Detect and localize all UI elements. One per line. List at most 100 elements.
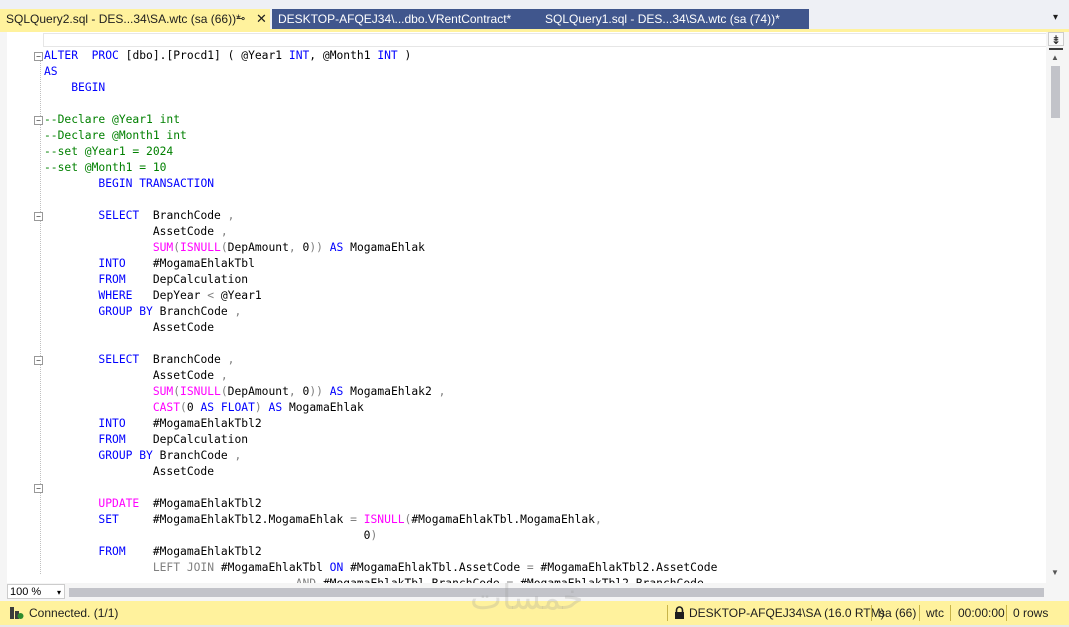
code-line: SELECT BranchCode , bbox=[44, 208, 717, 224]
code-token: ( bbox=[180, 401, 187, 414]
code-line: AssetCode bbox=[44, 464, 717, 480]
code-line: ALTER PROC [dbo].[Procd1] ( @Year1 INT, … bbox=[44, 48, 717, 64]
tab-sqlquery2[interactable]: SQLQuery2.sql - DES...34\SA.wtc (sa (66)… bbox=[0, 9, 270, 29]
code-token: SELECT bbox=[98, 209, 140, 222]
code-token: ISNULL bbox=[363, 513, 405, 526]
tab-sqlquery1[interactable]: SQLQuery1.sql - DES...34\SA.wtc (sa (74)… bbox=[529, 9, 809, 29]
code-line: AssetCode , bbox=[44, 224, 717, 240]
code-token: , bbox=[288, 241, 296, 254]
close-icon[interactable]: ✕ bbox=[256, 9, 267, 29]
user-session: sa (66) bbox=[879, 606, 917, 620]
chevron-down-icon: ▾ bbox=[56, 588, 61, 597]
code-token: WHERE bbox=[98, 289, 133, 302]
divider bbox=[1006, 605, 1007, 621]
collapse-region-icon[interactable]: − bbox=[34, 212, 43, 221]
collapse-region-icon[interactable]: − bbox=[34, 484, 43, 493]
query-editor[interactable]: − − − − − ALTER PROC [dbo].[Procd1] ( @Year1… bbox=[7, 32, 1046, 583]
current-line-highlight bbox=[43, 33, 1046, 47]
connected-icon bbox=[10, 607, 24, 619]
scroll-up-icon[interactable]: ▲ bbox=[1051, 53, 1059, 62]
divider bbox=[950, 605, 951, 621]
code-token: DepCalculation bbox=[125, 273, 249, 286]
code-token: SELECT bbox=[98, 353, 140, 366]
code-token: DepAmount bbox=[227, 241, 289, 254]
lock-icon bbox=[675, 606, 684, 619]
code-token: = bbox=[350, 513, 357, 526]
code-token: --set @Year1 = 2024 bbox=[44, 145, 174, 158]
document-tab-bar: SQLQuery2.sql - DES...34\SA.wtc (sa (66)… bbox=[0, 0, 1069, 29]
watermark-logo: خمسات bbox=[470, 578, 584, 618]
code-token: #MogamaEhlakTbl2.AssetCode bbox=[533, 561, 718, 574]
collapse-region-icon[interactable]: − bbox=[34, 52, 43, 61]
code-line: GROUP BY BranchCode , bbox=[44, 448, 717, 464]
code-token: , bbox=[288, 385, 296, 398]
code-token: SUM bbox=[152, 241, 174, 254]
code-token: #MogamaEhlakTbl.AssetCode bbox=[343, 561, 527, 574]
code-token: AssetCode bbox=[44, 321, 215, 334]
vertical-scroll-thumb[interactable] bbox=[1051, 66, 1060, 118]
split-window-icon[interactable]: ⇟ bbox=[1048, 32, 1064, 47]
code-token: DepYear bbox=[132, 289, 208, 302]
code-token: 0 bbox=[186, 401, 201, 414]
code-token: )) bbox=[309, 385, 323, 398]
code-line: --Declare @Year1 int bbox=[44, 112, 717, 128]
database-name: wtc bbox=[926, 606, 944, 620]
code-token: 0 bbox=[295, 385, 310, 398]
code-token: MogamaEhlak bbox=[343, 241, 425, 254]
code-token: AS bbox=[329, 385, 344, 398]
collapse-region-icon[interactable]: − bbox=[34, 356, 43, 365]
code-token: , bbox=[220, 369, 228, 382]
elapsed-time: 00:00:00 bbox=[958, 606, 1005, 620]
code-token: GROUP bbox=[98, 305, 133, 318]
code-line: BEGIN TRANSACTION bbox=[44, 176, 717, 192]
code-token: #MogamaEhlakTbl bbox=[214, 561, 330, 574]
code-line: SET #MogamaEhlakTbl2.MogamaEhlak = ISNUL… bbox=[44, 512, 717, 528]
code-line: BEGIN bbox=[44, 80, 717, 96]
code-token: FROM bbox=[98, 273, 126, 286]
code-token: , bbox=[227, 209, 235, 222]
code-token: , @Month1 bbox=[309, 49, 378, 62]
tab-vrentcontract[interactable]: DESKTOP-AFQEJ34\...dbo.VRentContract* bbox=[272, 9, 529, 29]
code-token: MogamaEhlak bbox=[282, 401, 364, 414]
collapse-region-icon[interactable]: − bbox=[34, 116, 43, 125]
code-line: FROM #MogamaEhlakTbl2 bbox=[44, 544, 717, 560]
zoom-select[interactable]: 100 % ▾ bbox=[7, 584, 65, 599]
code-token: BY bbox=[139, 449, 153, 462]
code-token: DepAmount bbox=[227, 385, 289, 398]
sql-code[interactable]: ALTER PROC [dbo].[Procd1] ( @Year1 INT, … bbox=[44, 48, 717, 583]
code-token: MogamaEhlak2 bbox=[343, 385, 439, 398]
code-token: 0 bbox=[44, 529, 371, 542]
code-line: CAST(0 AS FLOAT) AS MogamaEhlak bbox=[44, 400, 717, 416]
scroll-down-icon[interactable]: ▼ bbox=[1051, 568, 1059, 577]
code-token: #MogamaEhlakTbl2 bbox=[139, 497, 262, 510]
tab-list-dropdown-icon[interactable]: ▾ bbox=[1053, 12, 1058, 23]
code-line: FROM DepCalculation bbox=[44, 432, 717, 448]
tab-label: DESKTOP-AFQEJ34\...dbo.VRentContract* bbox=[278, 12, 512, 26]
pin-icon[interactable]: ⊸ bbox=[236, 9, 245, 29]
code-token: PROC bbox=[91, 49, 119, 62]
code-token: ) bbox=[254, 401, 262, 414]
code-token: @Year1 bbox=[214, 289, 262, 302]
code-token: BranchCode bbox=[139, 209, 228, 222]
split-handle[interactable] bbox=[1049, 48, 1063, 50]
code-token: )) bbox=[309, 241, 323, 254]
code-token: AS bbox=[268, 401, 283, 414]
code-token: FROM bbox=[98, 545, 126, 558]
code-token: DepCalculation bbox=[125, 433, 249, 446]
